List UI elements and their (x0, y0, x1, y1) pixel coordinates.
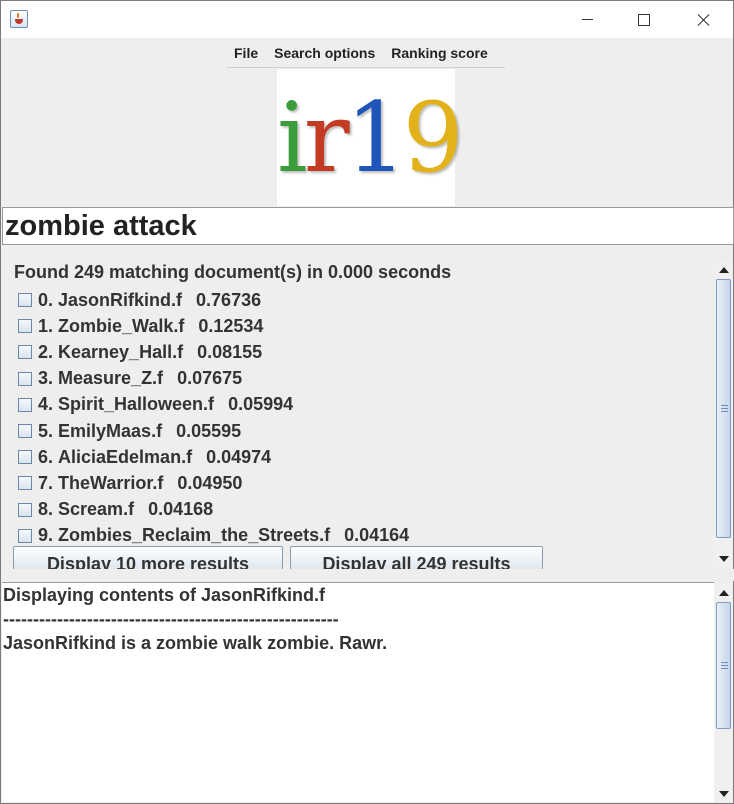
logo-letter: i (277, 82, 308, 194)
result-name[interactable]: Kearney_Hall.f (58, 342, 183, 363)
java-app-icon[interactable] (10, 10, 28, 28)
document-separator: ----------------------------------------… (3, 609, 339, 629)
result-index: 1. (38, 315, 54, 336)
result-name[interactable]: Scream.f (58, 499, 134, 520)
scroll-down-arrow-icon[interactable] (714, 550, 733, 567)
menu-ranking-score[interactable]: Ranking score (383, 45, 495, 61)
result-name[interactable]: AliciaEdelman.f (58, 447, 192, 468)
result-index: 5. (38, 420, 54, 441)
menu-search-options[interactable]: Search options (266, 45, 383, 61)
result-row[interactable]: 6. AliciaEdelman.f 0.04974 (18, 444, 409, 470)
result-index: 3. (38, 368, 54, 389)
result-row[interactable]: 2. Kearney_Hall.f 0.08155 (18, 339, 409, 365)
close-button[interactable] (681, 1, 727, 38)
ir19-logo: ir19 (277, 69, 464, 206)
document-content: JasonRifkind is a zombie walk zombie. Ra… (3, 633, 388, 653)
result-score: 0.04164 (344, 525, 410, 546)
logo-letter: 9 (402, 82, 464, 194)
result-checkbox[interactable] (18, 450, 32, 465)
result-score: 0.04168 (148, 499, 214, 520)
result-checkbox[interactable] (18, 397, 32, 412)
result-row[interactable]: 5. EmilyMaas.f 0.05595 (18, 418, 409, 444)
search-input[interactable]: zombie attack (2, 207, 734, 245)
result-row[interactable]: 3. Measure_Z.f 0.07675 (18, 366, 409, 392)
document-scroll-thumb[interactable] (716, 602, 731, 729)
document-heading: Displaying contents of JasonRifkind.f (3, 585, 326, 605)
result-name[interactable]: Measure_Z.f (58, 368, 163, 389)
result-name[interactable]: Spirit_Halloween.f (58, 394, 214, 415)
result-checkbox[interactable] (18, 502, 32, 517)
logo-letter: r (303, 82, 350, 194)
display-all-button[interactable]: Display all 249 results (290, 546, 543, 569)
maximize-button[interactable] (621, 1, 667, 38)
result-row[interactable]: 1. Zombie_Walk.f 0.12534 (18, 313, 409, 339)
result-row[interactable]: 7. TheWarrior.f 0.04950 (18, 470, 409, 496)
doc-scroll-down-arrow-icon[interactable] (714, 785, 733, 802)
result-checkbox[interactable] (18, 424, 32, 439)
split-divider[interactable] (2, 569, 734, 581)
result-row[interactable]: 8. Scream.f 0.04168 (18, 497, 409, 523)
logo-letter: 1 (345, 82, 407, 194)
result-row[interactable]: 9. Zombies_Reclaim_the_Streets.f 0.04164 (18, 523, 409, 549)
result-score: 0.76736 (196, 289, 262, 310)
result-index: 4. (38, 394, 54, 415)
title-bar (1, 1, 733, 38)
app-window: File Search options Ranking score ir19 z… (0, 0, 734, 804)
document-panel: Displaying contents of JasonRifkind.f --… (2, 582, 714, 802)
result-name[interactable]: TheWarrior.f (58, 473, 163, 494)
result-score: 0.04974 (206, 446, 272, 467)
result-name[interactable]: Zombies_Reclaim_the_Streets.f (58, 525, 330, 546)
result-index: 0. (38, 289, 54, 310)
result-row[interactable]: 0. JasonRifkind.f 0.76736 (18, 287, 409, 313)
result-score: 0.04950 (177, 472, 243, 493)
result-name[interactable]: EmilyMaas.f (58, 421, 162, 442)
result-index: 2. (38, 341, 54, 362)
result-score: 0.05595 (176, 420, 242, 441)
results-panel: Found 249 matching document(s) in 0.000 … (2, 259, 714, 569)
results-summary: Found 249 matching document(s) in 0.000 … (14, 262, 452, 282)
result-index: 8. (38, 499, 54, 520)
result-checkbox[interactable] (18, 528, 32, 543)
result-checkbox[interactable] (18, 476, 32, 491)
result-name[interactable]: Zombie_Walk.f (58, 316, 184, 337)
result-checkbox[interactable] (18, 371, 32, 386)
result-index: 7. (38, 472, 54, 493)
result-score: 0.05994 (228, 394, 294, 415)
close-icon (697, 13, 711, 27)
result-index: 9. (38, 525, 54, 546)
result-score: 0.12534 (198, 315, 264, 336)
result-score: 0.07675 (177, 368, 243, 389)
results-scroll-thumb[interactable] (716, 279, 731, 538)
result-checkbox[interactable] (18, 293, 32, 308)
result-list: 0. JasonRifkind.f 0.76736 1. Zombie_Walk.f 0.… (18, 287, 409, 549)
result-name[interactable]: JasonRifkind.f (58, 290, 182, 311)
display-more-button[interactable]: Display 10 more results (13, 546, 283, 569)
document-scrollbar[interactable] (714, 584, 733, 802)
doc-scroll-up-arrow-icon[interactable] (714, 584, 733, 601)
minimize-button[interactable] (564, 1, 610, 38)
menu-bar: File Search options Ranking score (227, 38, 505, 68)
results-scrollbar[interactable] (714, 261, 733, 567)
result-checkbox[interactable] (18, 319, 32, 334)
result-checkbox[interactable] (18, 345, 32, 360)
result-row[interactable]: 4. Spirit_Halloween.f 0.05994 (18, 392, 409, 418)
scroll-up-arrow-icon[interactable] (714, 261, 733, 278)
maximize-icon (638, 13, 650, 26)
minimize-icon (581, 19, 593, 20)
result-index: 6. (38, 446, 54, 467)
logo-text: ir19 (277, 73, 464, 203)
result-score: 0.08155 (197, 341, 263, 362)
menu-file[interactable]: File (227, 45, 266, 61)
